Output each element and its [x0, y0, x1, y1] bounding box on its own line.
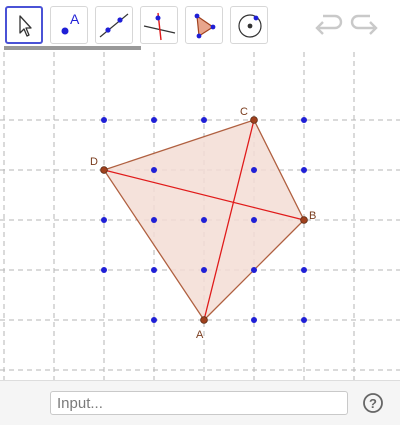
help-icon[interactable]: ? — [362, 392, 384, 414]
tool-selection-underline — [4, 46, 141, 50]
lattice-point[interactable] — [251, 317, 257, 323]
lattice-point[interactable] — [151, 167, 157, 173]
point-a[interactable] — [200, 316, 208, 324]
lattice-point[interactable] — [101, 267, 107, 273]
lattice-point[interactable] — [251, 217, 257, 223]
lattice-point[interactable] — [151, 217, 157, 223]
lattice-point[interactable] — [301, 267, 307, 273]
lattice-point[interactable] — [301, 317, 307, 323]
polygon-icon — [194, 13, 216, 39]
input-bar-container: ? — [0, 380, 400, 425]
circle-tool-button[interactable] — [230, 6, 268, 44]
point-d[interactable] — [100, 166, 108, 174]
algebra-input-field[interactable] — [50, 391, 348, 415]
redo-icon — [350, 14, 378, 35]
lattice-point[interactable] — [201, 117, 207, 123]
point-icon: A — [61, 11, 80, 35]
point-label-a: A — [196, 329, 204, 341]
lattice-point[interactable] — [151, 317, 157, 323]
line-tool-button[interactable] — [95, 6, 133, 44]
move-tool-button[interactable] — [5, 6, 43, 44]
redo-button[interactable] — [350, 12, 380, 40]
lattice-point[interactable] — [201, 267, 207, 273]
point-label-b: B — [309, 210, 316, 222]
lattice-point[interactable] — [251, 267, 257, 273]
polygon-tool-button[interactable] — [185, 6, 223, 44]
lattice-point[interactable] — [151, 267, 157, 273]
move-arrow-icon — [19, 15, 32, 37]
point-label-d: D — [90, 156, 98, 168]
point-b[interactable] — [300, 216, 308, 224]
lattice-point[interactable] — [101, 217, 107, 223]
lattice-point[interactable] — [201, 217, 207, 223]
lattice-point[interactable] — [101, 117, 107, 123]
point-c[interactable] — [250, 116, 258, 124]
perpendicular-line-icon — [143, 12, 176, 41]
perpendicular-line-tool-button[interactable] — [140, 6, 178, 44]
point-tool-button[interactable]: A — [50, 6, 88, 44]
line-through-points-icon — [99, 13, 129, 38]
lattice-point[interactable] — [301, 117, 307, 123]
point-label-c: C — [240, 106, 248, 118]
lattice-point[interactable] — [301, 167, 307, 173]
lattice-point[interactable] — [151, 117, 157, 123]
graphics-view[interactable]: A B C D — [0, 52, 400, 380]
graphics-canvas[interactable]: A B C D — [0, 52, 400, 380]
undo-icon — [315, 14, 343, 35]
point-tool-label: A — [70, 11, 80, 27]
help-label: ? — [369, 396, 377, 411]
toolbar: A — [0, 0, 400, 52]
undo-button[interactable] — [313, 12, 343, 40]
circle-with-center-icon — [238, 14, 262, 38]
lattice-point[interactable] — [251, 167, 257, 173]
